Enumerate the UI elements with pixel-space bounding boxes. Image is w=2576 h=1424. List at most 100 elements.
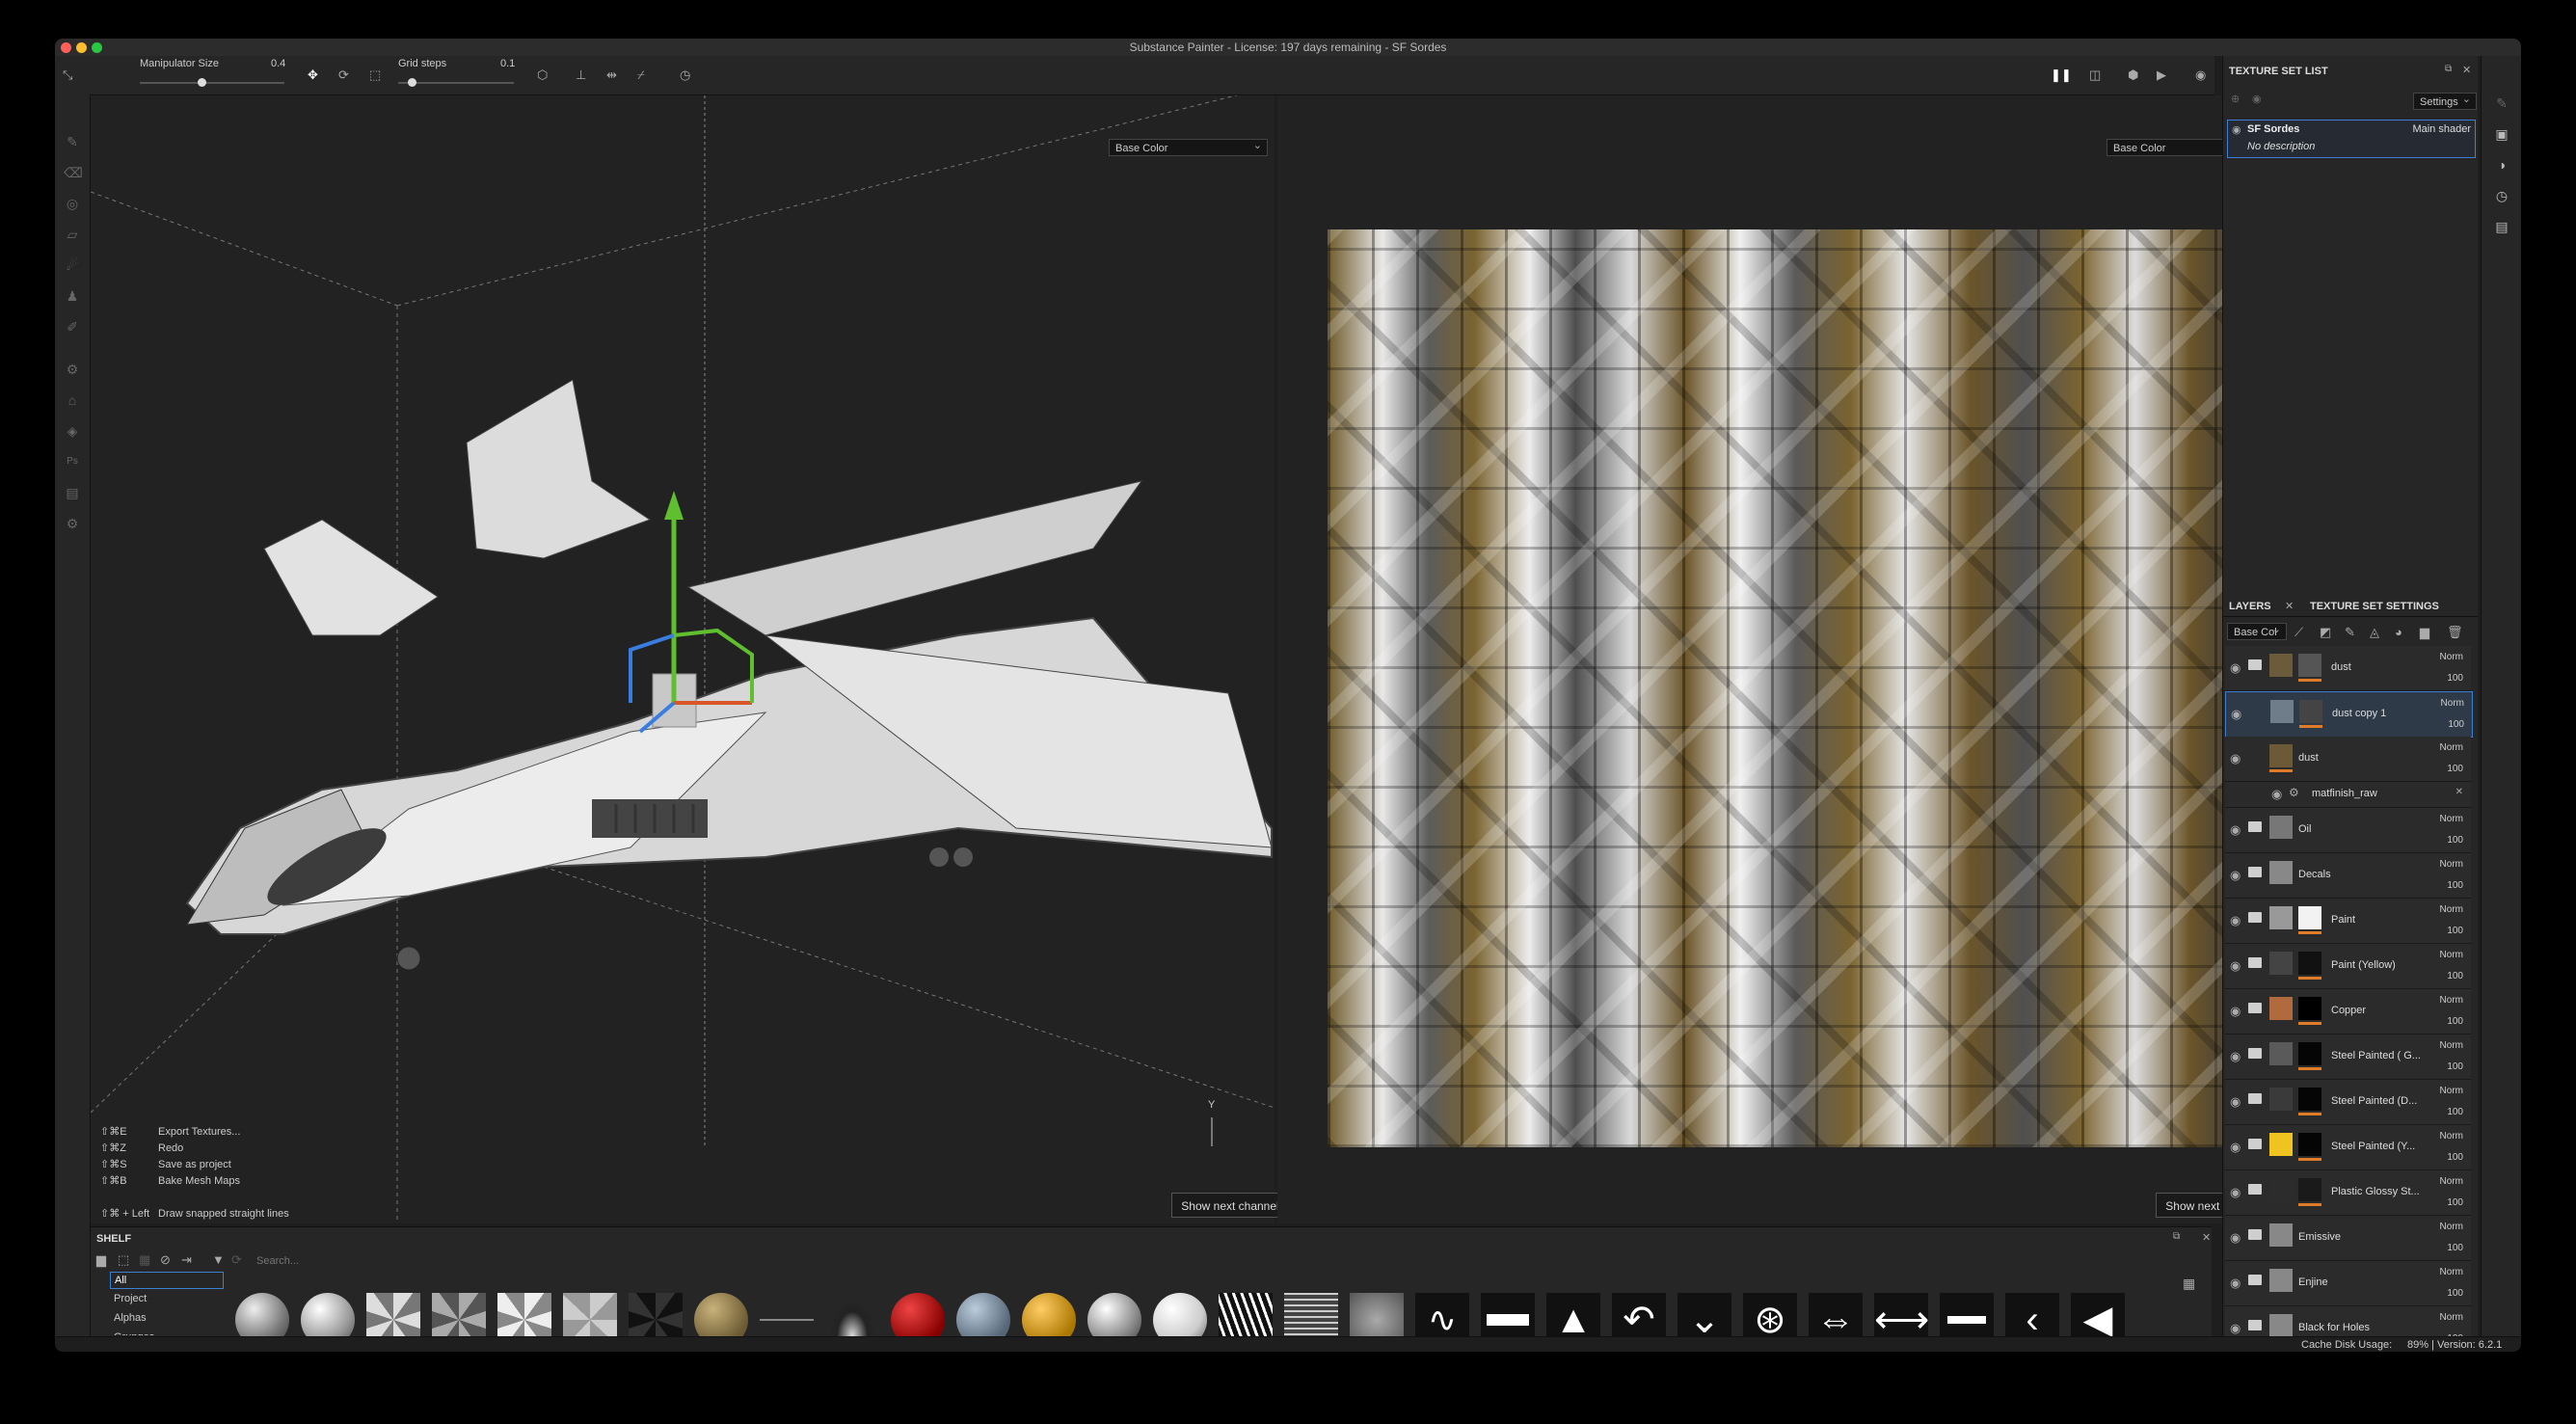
- opacity[interactable]: 100: [2448, 719, 2464, 730]
- opacity[interactable]: 100: [2447, 1107, 2463, 1117]
- texture-set-settings-dropdown[interactable]: Settings: [2413, 91, 2477, 110]
- blend-mode[interactable]: Norm: [2440, 1086, 2463, 1096]
- delete-layer-icon[interactable]: 🗑: [2447, 625, 2463, 639]
- rotate-icon[interactable]: ⟳: [338, 67, 352, 82]
- minimize-window-button[interactable]: [76, 42, 87, 53]
- polygon-fill-icon[interactable]: ▱: [64, 226, 81, 243]
- undock-icon[interactable]: ⧉: [2445, 64, 2458, 77]
- blend-mode[interactable]: Norm: [2441, 698, 2464, 709]
- cube-icon[interactable]: ⬡: [537, 67, 550, 82]
- texture-set-shader[interactable]: Main shader: [2412, 123, 2471, 135]
- folder-icon[interactable]: ▆: [96, 1252, 110, 1267]
- eye-icon[interactable]: ◉: [2230, 660, 2241, 676]
- manipulator-size-slider[interactable]: [140, 78, 284, 87]
- slider-handle[interactable]: [198, 78, 206, 87]
- effect-row[interactable]: ◉ ⚙ matfinish_raw ✕: [2225, 782, 2471, 808]
- eye-icon[interactable]: ◉: [2230, 751, 2241, 766]
- tab-layers[interactable]: LAYERS: [2229, 601, 2271, 612]
- photoshop-icon[interactable]: Ps: [64, 453, 81, 470]
- maximize-window-button[interactable]: [92, 42, 102, 53]
- grid-steps-slider[interactable]: [398, 78, 514, 87]
- close-icon[interactable]: ✕: [2462, 64, 2476, 77]
- color-picker-icon[interactable]: ✐: [64, 318, 81, 336]
- paint-brush-icon[interactable]: ✎: [64, 133, 81, 150]
- layer-row[interactable]: ◉ Enjine Norm 100: [2225, 1261, 2471, 1306]
- texture-set-icon[interactable]: ▣: [2493, 125, 2510, 143]
- layer-row[interactable]: ◉ Paint Norm 100: [2225, 899, 2471, 944]
- blend-mode[interactable]: Norm: [2440, 1267, 2463, 1277]
- import-icon[interactable]: ▦: [139, 1252, 152, 1267]
- opacity[interactable]: 100: [2447, 880, 2463, 891]
- add-folder-icon[interactable]: ▆: [2420, 625, 2433, 639]
- bake-settings-icon[interactable]: ⚙: [64, 361, 81, 378]
- eye-icon[interactable]: ◉: [2230, 1094, 2241, 1110]
- undock-icon[interactable]: ⧉: [2173, 1231, 2187, 1245]
- smudge-icon[interactable]: ☄: [64, 256, 81, 274]
- layer-row[interactable]: ◉ dust Norm 100: [2225, 737, 2471, 782]
- blend-mode[interactable]: Norm: [2440, 995, 2463, 1006]
- eye-icon[interactable]: ◉: [2230, 1230, 2241, 1246]
- layer-row[interactable]: ◉ Black for Holes Norm100: [2225, 1306, 2471, 1338]
- viewport-2d[interactable]: Base Color Y Show next channel: [1277, 95, 2273, 1223]
- shelf-grid-view-icon[interactable]: ▦: [2183, 1276, 2195, 1292]
- eraser-icon[interactable]: ⌫: [64, 164, 83, 181]
- eye-icon[interactable]: ◉: [2230, 1321, 2241, 1336]
- camera-icon[interactable]: ▶: [2157, 67, 2170, 82]
- eye-icon[interactable]: ◉: [2230, 1140, 2241, 1155]
- eye-icon[interactable]: ◉: [2230, 1004, 2241, 1019]
- layer-row[interactable]: ◉ Copper Norm 100: [2225, 989, 2471, 1034]
- move-icon[interactable]: ✥: [308, 67, 321, 82]
- document-icon[interactable]: ▤: [64, 484, 81, 501]
- export-icon[interactable]: ⇥: [181, 1252, 195, 1267]
- render-mode-icon[interactable]: ⬢: [2128, 67, 2141, 82]
- blend-mode[interactable]: Norm: [2440, 652, 2463, 662]
- slider-handle[interactable]: [408, 78, 416, 87]
- close-window-button[interactable]: [61, 42, 71, 53]
- visibility-icon[interactable]: ◉: [2252, 93, 2266, 106]
- history-icon[interactable]: ◷: [2493, 187, 2510, 204]
- export-icon[interactable]: ⌂: [64, 391, 81, 409]
- category-alphas[interactable]: Alphas: [114, 1308, 226, 1328]
- layer-row[interactable]: ◉ dust Norm 100: [2225, 646, 2471, 691]
- pause-icon[interactable]: ❚❚: [2051, 67, 2072, 82]
- opacity[interactable]: 100: [2447, 835, 2463, 846]
- link-icon[interactable]: ⊕: [2231, 93, 2244, 106]
- blend-mode[interactable]: Norm: [2440, 904, 2463, 915]
- eye-icon[interactable]: ◉: [2271, 787, 2282, 802]
- viewport-3d-channel-select[interactable]: Base Color: [1109, 137, 1268, 156]
- symmetry-icon[interactable]: ⤡: [63, 67, 76, 82]
- hide-icon[interactable]: ⊘: [160, 1252, 174, 1267]
- layer-row[interactable]: ◉ Steel Painted (Y... Norm 100: [2225, 1125, 2471, 1170]
- layers-icon[interactable]: ◈: [64, 422, 81, 440]
- eye-icon[interactable]: ◉: [2230, 1049, 2241, 1064]
- eye-icon[interactable]: ◉: [2230, 868, 2241, 883]
- history-icon[interactable]: ◷: [680, 67, 693, 82]
- tab-texture-set-settings[interactable]: TEXTURE SET SETTINGS: [2310, 601, 2439, 612]
- blend-mode[interactable]: Norm: [2440, 1131, 2463, 1142]
- eye-icon[interactable]: ◉: [2231, 707, 2241, 722]
- blend-mode[interactable]: Norm: [2440, 1312, 2463, 1323]
- close-icon[interactable]: ✕: [2455, 787, 2463, 797]
- opacity[interactable]: 100: [2447, 1152, 2463, 1163]
- opacity[interactable]: 100: [2447, 1288, 2463, 1299]
- mirror-icon[interactable]: ⇹: [606, 67, 620, 82]
- eye-icon[interactable]: ◉: [2232, 123, 2241, 136]
- opacity[interactable]: 100: [2447, 1061, 2463, 1072]
- blend-mode[interactable]: Norm: [2440, 814, 2463, 824]
- opacity[interactable]: 100: [2447, 764, 2463, 774]
- projection-icon[interactable]: ◎: [64, 195, 81, 212]
- blend-mode[interactable]: Norm: [2440, 1040, 2463, 1051]
- layer-row[interactable]: ◉ Emissive Norm 100: [2225, 1216, 2471, 1261]
- opacity[interactable]: 100: [2447, 1243, 2463, 1253]
- blend-mode[interactable]: Norm: [2440, 859, 2463, 870]
- category-grunges[interactable]: Grunges: [114, 1328, 226, 1335]
- layer-row[interactable]: ◉ Plastic Glossy St... Norm 100: [2225, 1170, 2471, 1216]
- category-all[interactable]: All: [110, 1272, 224, 1289]
- plugin-settings-icon[interactable]: ⚙: [64, 515, 81, 532]
- add-effect-icon[interactable]: ⟋: [2294, 625, 2308, 639]
- close-icon[interactable]: ✕: [2202, 1231, 2215, 1245]
- layer-row[interactable]: ◉ dust copy 1 Norm 100: [2225, 691, 2473, 738]
- clone-icon[interactable]: ♟: [64, 287, 81, 305]
- eye-icon[interactable]: ◉: [2230, 913, 2241, 928]
- blend-mode[interactable]: Norm: [2440, 950, 2463, 960]
